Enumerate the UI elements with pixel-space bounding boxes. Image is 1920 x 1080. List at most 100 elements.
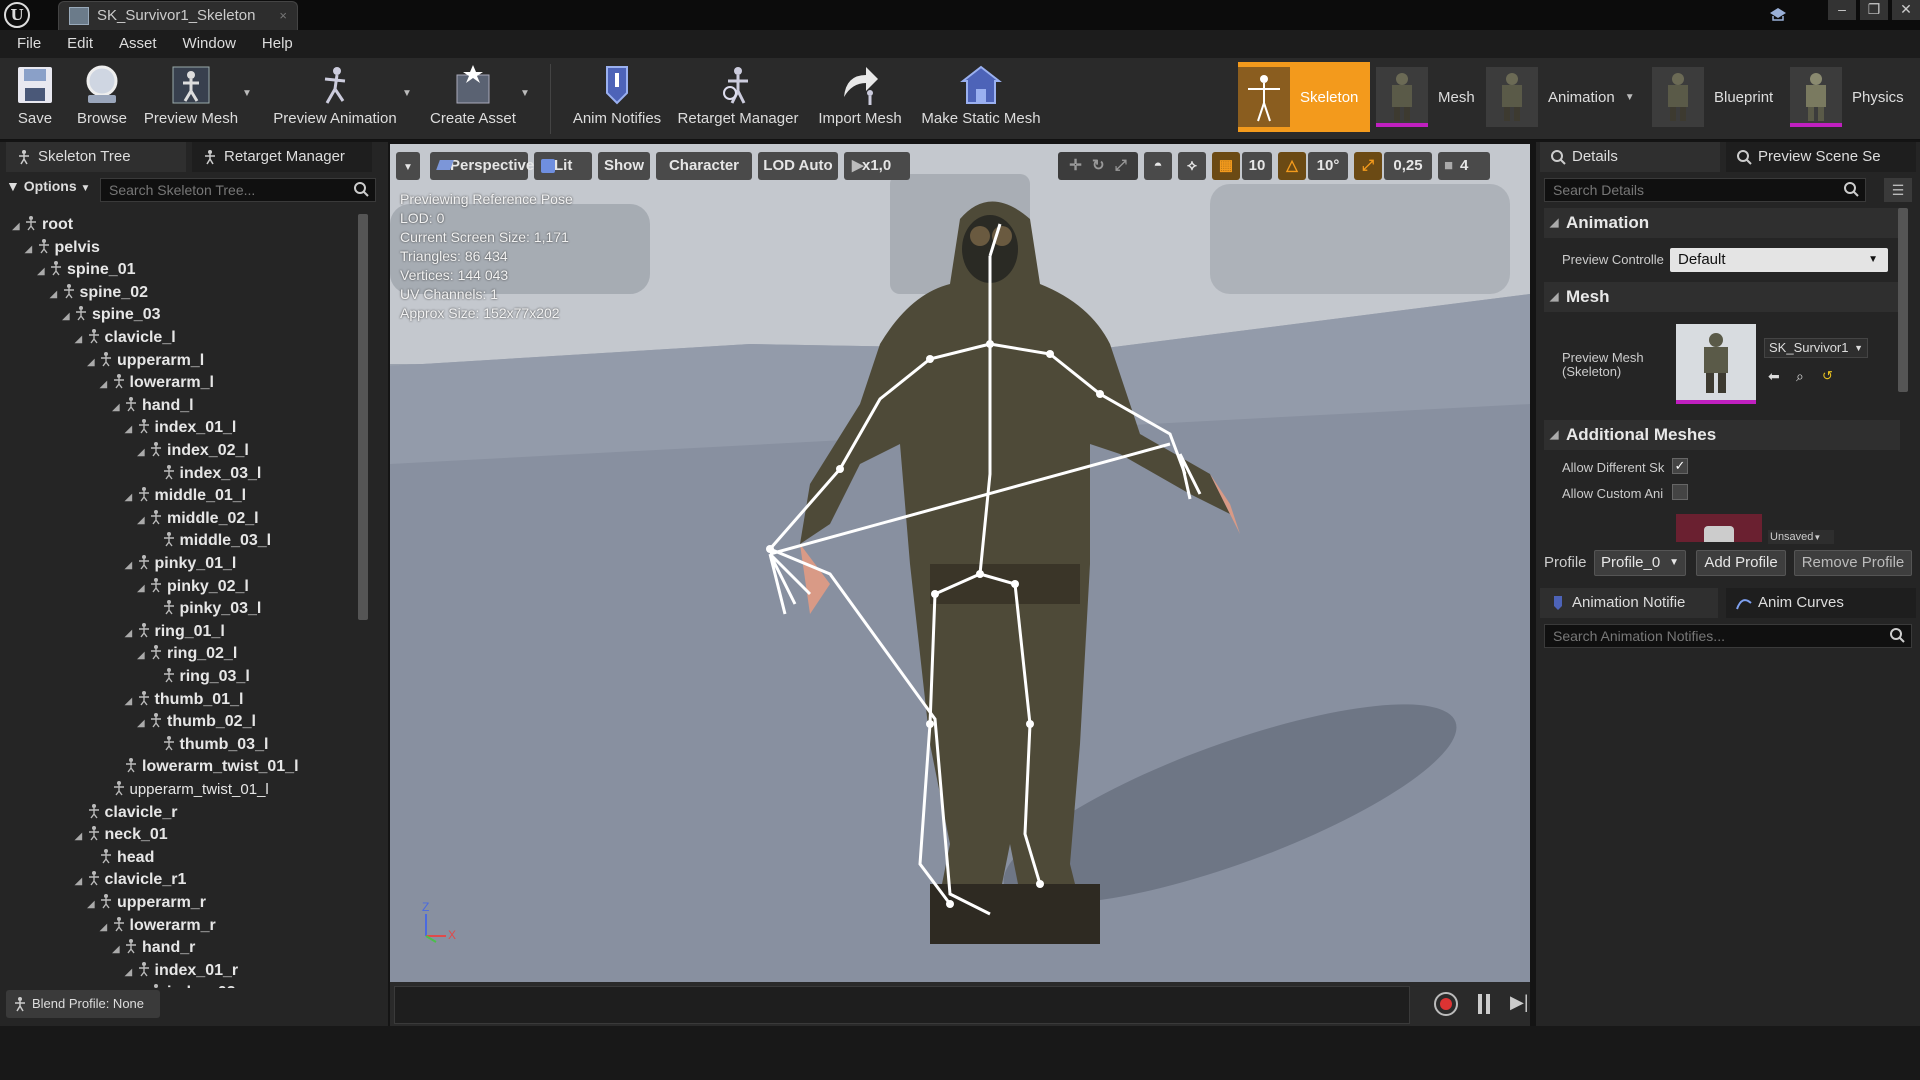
animation-section-header[interactable]: ◢ Animation — [1544, 208, 1900, 238]
timeline-scrubber[interactable] — [394, 986, 1410, 1024]
details-scrollbar[interactable] — [1898, 208, 1908, 392]
tree-row-bone[interactable]: ◢ thumb_01_l — [125, 689, 243, 713]
preview-viewport[interactable]: ▼ Perspective Lit Show Character LOD Aut… — [390, 144, 1530, 982]
tree-row-bone[interactable]: index_02_r — [137, 982, 251, 988]
tree-row-bone[interactable]: ◢ clavicle_l — [75, 327, 176, 349]
options-button[interactable]: ▼ Options ▼ — [6, 178, 90, 194]
notifies-search-input[interactable]: Search Animation Notifies... — [1544, 624, 1912, 648]
browse-button[interactable]: Browse — [74, 62, 130, 138]
tab-animation-notifies[interactable]: Animation Notifie — [1540, 588, 1718, 618]
close-window-button[interactable]: ✕ — [1892, 0, 1920, 20]
camera-speed-button[interactable]: ■ 4 — [1438, 152, 1490, 180]
viewport-options-dropdown[interactable]: ▼ — [396, 152, 420, 180]
tree-scrollbar[interactable] — [358, 214, 368, 620]
mesh-mode-button[interactable]: Mesh — [1376, 62, 1475, 132]
expand-arrow-icon[interactable]: ◢ — [137, 578, 149, 600]
tab-close-icon[interactable]: × — [279, 2, 287, 30]
profile-dropdown[interactable]: Profile_0 ▼ — [1594, 550, 1686, 576]
document-tab[interactable]: SK_Survivor1_Skeleton × — [58, 1, 298, 30]
expand-arrow-icon[interactable]: ◢ — [125, 691, 137, 713]
minimize-button[interactable]: – — [1828, 0, 1856, 20]
browse-asset-icon[interactable]: ⌕ — [1796, 368, 1804, 385]
preview-mesh-dropdown-icon[interactable]: ▼ — [242, 88, 252, 99]
translate-icon[interactable]: ✛ — [1069, 157, 1082, 174]
remove-profile-button[interactable]: Remove Profile — [1794, 550, 1912, 576]
reset-to-default-icon[interactable]: ↺ — [1822, 368, 1833, 384]
expand-arrow-icon[interactable]: ◢ — [112, 397, 124, 419]
tree-row-bone[interactable]: lowerarm_twist_01_l — [112, 756, 299, 778]
expand-arrow-icon[interactable]: ◢ — [87, 894, 99, 916]
anim-notifies-button[interactable]: Anim Notifies — [568, 62, 666, 138]
tree-row-bone[interactable]: ◢ middle_02_l — [137, 508, 259, 530]
tree-row-bone[interactable]: ◢ pinky_02_l — [137, 576, 249, 598]
expand-arrow-icon[interactable]: ◢ — [125, 623, 137, 645]
lod-button[interactable]: LOD Auto — [758, 152, 838, 180]
tree-row-bone[interactable]: clavicle_r — [75, 802, 177, 824]
tree-row-bone[interactable]: ◢ thumb_02_l — [137, 711, 256, 733]
expand-arrow-icon[interactable]: ◢ — [87, 352, 99, 374]
tree-row-bone[interactable]: ◢ hand_r — [112, 937, 195, 959]
tree-row-bone[interactable]: ◢ middle_01_l — [125, 485, 246, 509]
create-asset-dropdown-icon[interactable]: ▼ — [520, 88, 530, 99]
expand-arrow-icon[interactable]: ◢ — [50, 284, 62, 306]
allow-custom-anim-checkbox[interactable] — [1672, 484, 1688, 500]
tree-row-bone[interactable]: ring_03_l — [150, 666, 250, 688]
skeleton-search-input[interactable]: Search Skeleton Tree... — [100, 178, 376, 202]
tree-row-bone[interactable]: middle_03_l — [150, 530, 271, 552]
tree-row-bone[interactable]: ◢ pinky_01_l — [125, 553, 236, 577]
tree-row-bone[interactable]: ◢ index_01_l — [125, 417, 236, 441]
expand-arrow-icon[interactable]: ◢ — [112, 939, 124, 961]
playback-speed-button[interactable]: ▶ x1,0 — [844, 152, 910, 180]
tree-row-bone[interactable]: ◢ root — [12, 214, 73, 236]
mesh-section-header[interactable]: ◢ Mesh — [1544, 282, 1900, 312]
expand-arrow-icon[interactable]: ◢ — [75, 329, 87, 351]
save-button[interactable]: Save — [12, 62, 58, 138]
expand-arrow-icon[interactable]: ◢ — [125, 419, 137, 441]
expand-arrow-icon[interactable]: ◢ — [100, 374, 112, 396]
tab-details[interactable]: Details — [1540, 142, 1720, 172]
tree-row-bone[interactable]: ◢ index_02_l — [137, 440, 249, 462]
physics-mode-button[interactable]: Physics — [1790, 62, 1918, 132]
expand-arrow-icon[interactable]: ◢ — [125, 962, 137, 984]
tree-row-bone[interactable]: ◢ ring_02_l — [137, 643, 237, 665]
tree-row-bone[interactable]: upperarm_twist_01_l — [100, 779, 269, 801]
tree-row-bone[interactable]: ◢ upperarm_r — [87, 892, 206, 914]
tree-row-bone[interactable]: thumb_03_l — [150, 734, 268, 756]
rotation-snap-value[interactable]: 10° — [1308, 152, 1348, 180]
unsaved-dropdown[interactable]: Unsaved▼ — [1768, 530, 1834, 544]
rotation-snap-icon[interactable]: △ — [1278, 152, 1306, 180]
expand-arrow-icon[interactable]: ◢ — [12, 216, 24, 238]
tree-row-bone[interactable]: ◢ spine_03 — [62, 304, 160, 326]
perspective-button[interactable]: Perspective — [430, 152, 534, 180]
scale-snap-value[interactable]: 0,25 — [1384, 152, 1432, 180]
blueprint-mode-button[interactable]: Blueprint — [1652, 62, 1780, 132]
menu-edit[interactable]: Edit — [54, 30, 106, 58]
menu-asset[interactable]: Asset — [106, 30, 170, 58]
rotate-icon[interactable]: ↻ — [1092, 157, 1105, 174]
menu-file[interactable]: File — [4, 30, 54, 58]
pause-button[interactable] — [1476, 994, 1492, 1014]
world-local-toggle-icon[interactable]: ◓ — [1144, 152, 1172, 180]
tree-row-bone[interactable]: ◢ lowerarm_r — [100, 915, 216, 937]
expand-arrow-icon[interactable]: ◢ — [137, 713, 149, 735]
expand-arrow-icon[interactable]: ◢ — [137, 442, 149, 464]
expand-arrow-icon[interactable]: ◢ — [37, 261, 49, 283]
expand-arrow-icon[interactable]: ◢ — [125, 487, 137, 509]
import-mesh-button[interactable]: Import Mesh — [814, 62, 906, 138]
expand-arrow-icon[interactable]: ◢ — [100, 917, 112, 939]
expand-arrow-icon[interactable]: ◢ — [75, 871, 87, 893]
expand-arrow-icon[interactable]: ◢ — [137, 645, 149, 667]
animation-mode-button[interactable]: Animation ▼ — [1486, 62, 1635, 132]
tree-row-bone[interactable]: head — [87, 847, 154, 869]
use-selected-arrow-icon[interactable]: ⬅ — [1768, 368, 1780, 385]
tree-row-bone[interactable]: ◢ upperarm_l — [87, 350, 204, 372]
make-static-mesh-button[interactable]: Make Static Mesh — [918, 62, 1044, 138]
menu-help[interactable]: Help — [249, 30, 306, 58]
allow-different-skeleton-checkbox[interactable]: ✓ — [1672, 458, 1688, 474]
tree-row-bone[interactable]: ◢ index_01_r — [125, 960, 238, 984]
expand-arrow-icon[interactable]: ◢ — [125, 555, 137, 577]
tree-row-bone[interactable]: pinky_03_l — [150, 598, 261, 620]
tree-row-bone[interactable]: index_03_l — [150, 463, 261, 485]
additional-mesh-thumbnail[interactable] — [1676, 514, 1762, 542]
restore-button[interactable]: ❐ — [1860, 0, 1888, 20]
